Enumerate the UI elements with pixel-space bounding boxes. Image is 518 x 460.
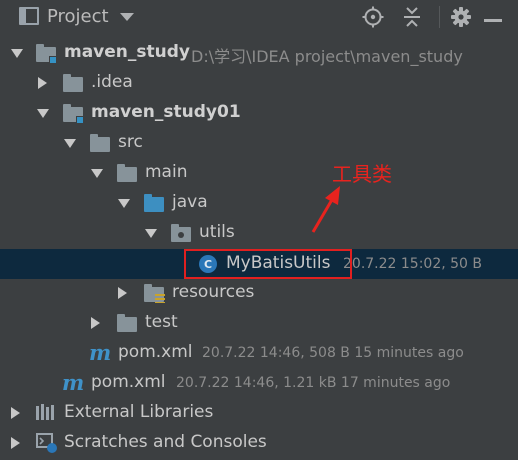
- module-badge-icon: [49, 56, 57, 64]
- collapse-arrow-icon[interactable]: [11, 437, 20, 449]
- tree-row-external-libraries[interactable]: External Libraries: [0, 398, 518, 428]
- tree-row-resources[interactable]: resources: [0, 278, 518, 308]
- maven-icon: m: [62, 370, 85, 395]
- tree-label-scratches: Scratches and Consoles: [64, 432, 267, 452]
- library-icon: [36, 404, 54, 420]
- tree-meta-pom-root: 20.7.22 14:46, 1.21 kB 17 minutes ago: [176, 375, 451, 391]
- expand-arrow-icon[interactable]: [37, 109, 49, 118]
- folder-icon: [117, 314, 137, 332]
- gear-icon[interactable]: [450, 6, 472, 28]
- collapse-arrow-icon[interactable]: [118, 287, 127, 299]
- tree-row-main[interactable]: main: [0, 158, 518, 188]
- module-badge-icon: [76, 116, 84, 124]
- scratch-console-icon: [36, 433, 57, 453]
- tree-meta-pom-module: 20.7.22 14:46, 508 B 15 minutes ago: [202, 345, 464, 361]
- expand-arrow-icon[interactable]: [118, 199, 130, 208]
- annotation-label: 工具类: [332, 162, 392, 186]
- minimize-icon[interactable]: [482, 6, 504, 28]
- collapse-icon[interactable]: [401, 6, 423, 28]
- tree-row-idea[interactable]: .idea: [0, 68, 518, 98]
- folder-icon: [90, 134, 110, 152]
- tree-label-idea: .idea: [91, 72, 133, 92]
- tree-path-root: D:\学习\IDEA project\maven_study: [191, 47, 463, 66]
- tree-row-pom-root[interactable]: m pom.xml 20.7.22 14:46, 1.21 kB 17 minu…: [0, 368, 518, 398]
- highlight-box: [184, 249, 352, 279]
- chevron-down-icon[interactable]: [120, 13, 134, 21]
- tree-row-src[interactable]: src: [0, 128, 518, 158]
- collapse-arrow-icon[interactable]: [91, 317, 100, 329]
- tree-row-test[interactable]: test: [0, 308, 518, 338]
- project-view-title[interactable]: Project: [47, 6, 109, 27]
- maven-icon: m: [89, 340, 112, 365]
- expand-arrow-icon[interactable]: [145, 229, 157, 238]
- source-folder-icon: [144, 194, 164, 212]
- expand-arrow-icon[interactable]: [64, 139, 76, 148]
- tree-label-pom-root: pom.xml: [91, 372, 166, 392]
- folder-icon: [63, 74, 83, 92]
- tree-row-maven-study01[interactable]: maven_study01: [0, 98, 518, 128]
- tree-label-module: maven_study01: [91, 102, 241, 122]
- tree-row-maven-study[interactable]: maven_study D:\学习\IDEA project\maven_stu…: [0, 38, 518, 68]
- tree-label-java: java: [172, 192, 208, 212]
- tree-label-root: maven_study: [64, 42, 190, 62]
- tree-label-external-libraries: External Libraries: [64, 402, 214, 422]
- tree-label-utils: utils: [199, 222, 235, 242]
- tree-row-scratches[interactable]: Scratches and Consoles: [0, 428, 518, 458]
- toolbar-separator: [439, 6, 440, 28]
- project-toolbar: Project: [0, 0, 518, 34]
- tree-row-java[interactable]: java: [0, 188, 518, 218]
- expand-arrow-icon[interactable]: [91, 169, 103, 178]
- tree-label-resources: resources: [172, 282, 255, 302]
- tree-meta-mybatisutils: 20.7.22 15:02, 50 B: [343, 256, 483, 272]
- tree-label-pom-module: pom.xml: [118, 342, 193, 362]
- annotation-arrow-icon: [311, 186, 340, 233]
- collapse-arrow-icon[interactable]: [11, 407, 20, 419]
- tree-label-src: src: [118, 132, 143, 152]
- tree-row-pom-module[interactable]: m pom.xml 20.7.22 14:46, 508 B 15 minute…: [0, 338, 518, 368]
- resources-badge-icon: [155, 294, 165, 303]
- folder-icon: [117, 164, 137, 182]
- expand-arrow-icon[interactable]: [11, 49, 23, 58]
- package-dot-icon: [178, 232, 184, 238]
- tree-row-utils[interactable]: utils: [0, 218, 518, 248]
- locate-icon[interactable]: [362, 6, 384, 28]
- project-view-icon[interactable]: [19, 7, 39, 25]
- collapse-arrow-icon[interactable]: [38, 77, 47, 89]
- tree-label-main: main: [145, 162, 188, 182]
- tree-label-test: test: [145, 312, 178, 332]
